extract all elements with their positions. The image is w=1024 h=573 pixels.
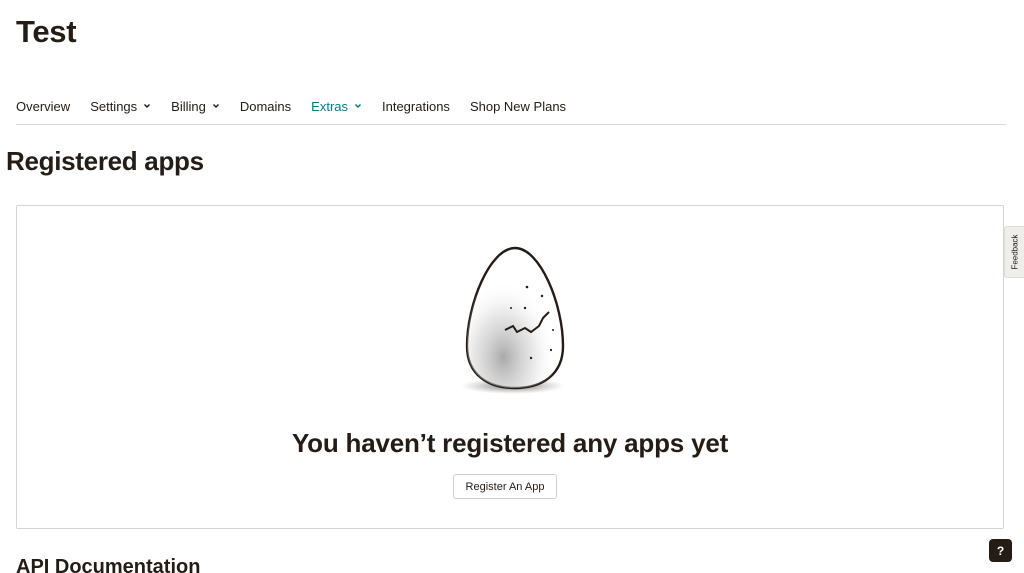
tab-billing-label: Billing [171, 98, 206, 114]
empty-state-title: You haven’t registered any apps yet [291, 428, 729, 458]
tab-settings-label: Settings [90, 98, 138, 114]
register-app-button[interactable]: Register An App [453, 474, 557, 499]
tab-shop-new-plans-label: Shop New Plans [469, 98, 567, 114]
tab-extras[interactable]: Extras [311, 96, 362, 116]
tab-shop-new-plans[interactable]: Shop New Plans [470, 96, 566, 116]
feedback-label: Feedback [1010, 234, 1019, 270]
tab-overview[interactable]: Overview [16, 96, 70, 116]
feedback-tab[interactable]: Feedback [1004, 226, 1024, 278]
tab-overview-label: Overview [16, 98, 71, 114]
tab-domains[interactable]: Domains [240, 96, 291, 116]
page: Test Overview Settings Billing Domains E… [0, 0, 1024, 573]
chevron-down-icon [354, 103, 362, 109]
tab-settings[interactable]: Settings [90, 96, 151, 116]
section-title: Registered apps [6, 146, 204, 176]
tab-domains-label: Domains [239, 98, 292, 114]
tab-integrations-label: Integrations [382, 98, 450, 114]
account-title: Test [16, 14, 77, 49]
api-documentation-title: API Documentation [16, 556, 201, 573]
tab-integrations[interactable]: Integrations [382, 96, 450, 116]
help-button[interactable]: ? [989, 539, 1012, 562]
question-mark-icon: ? [996, 543, 1005, 558]
chevron-down-icon [212, 103, 219, 109]
account-tabs: Overview Settings Billing Domains Extras… [16, 96, 1006, 125]
tab-extras-label: Extras [311, 98, 348, 114]
empty-state-card: You haven’t registered any apps yet Regi… [16, 205, 1004, 529]
chevron-down-icon [144, 103, 151, 109]
tab-billing[interactable]: Billing [171, 96, 220, 116]
cracked-egg-icon [461, 246, 565, 394]
